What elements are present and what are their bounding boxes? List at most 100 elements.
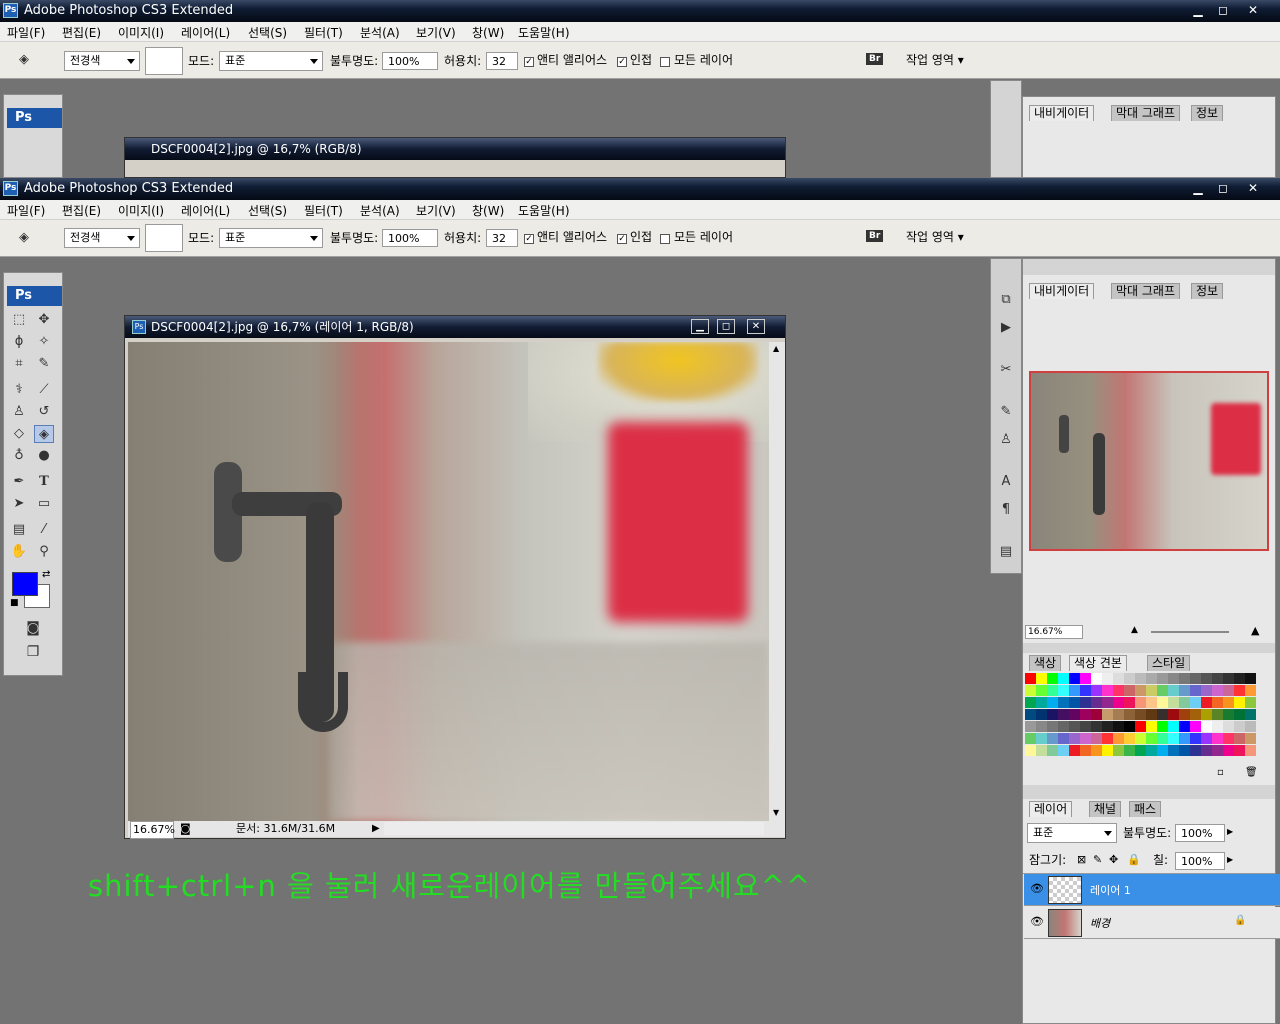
back-fill-source-select[interactable]: 전경색 [64,51,140,71]
color-swatch[interactable] [1080,673,1091,684]
color-swatch[interactable] [1069,745,1080,756]
color-swatch[interactable] [1058,685,1069,696]
back-mode-select[interactable]: 표준 [219,51,323,71]
color-swatch[interactable] [1190,745,1201,756]
color-swatch[interactable] [1146,673,1157,684]
document-canvas-image[interactable] [128,342,769,821]
antialias-checkbox[interactable]: ✓ [524,234,534,244]
color-swatch[interactable] [1047,709,1058,720]
color-swatch[interactable] [1234,709,1245,720]
swatch-grid[interactable] [1025,673,1256,761]
shape-tool-icon[interactable]: ▭ [34,495,54,513]
color-swatch[interactable] [1168,721,1179,732]
back-menu-window[interactable]: 창(W) [472,24,504,41]
history-brush-tool-icon[interactable]: ↺ [34,403,54,421]
color-swatch[interactable] [1091,697,1102,708]
color-swatch[interactable] [1168,709,1179,720]
tab-layers[interactable]: 레이어 [1029,801,1073,817]
color-swatch[interactable] [1179,673,1190,684]
navigator-zoom-field[interactable]: 16.67% [1025,625,1083,639]
back-close-button[interactable]: ✕ [1243,2,1263,18]
color-swatch[interactable] [1157,745,1168,756]
scroll-down-icon[interactable]: ▼ [773,808,779,817]
color-swatch[interactable] [1047,745,1058,756]
layer-fill-field[interactable]: 100% [1175,852,1225,870]
crop-tool-icon[interactable]: ⌗ [9,355,29,373]
back-pattern-picker[interactable] [145,47,183,75]
color-swatch[interactable] [1234,721,1245,732]
color-swatch[interactable] [1080,685,1091,696]
color-swatch[interactable] [1146,697,1157,708]
tolerance-field[interactable]: 32 [486,229,518,247]
color-swatch[interactable] [1124,709,1135,720]
color-swatch[interactable] [1058,709,1069,720]
paragraph-panel-icon[interactable]: ¶ [996,501,1016,519]
color-swatch[interactable] [1157,733,1168,744]
quick-mask-icon[interactable]: ◙ [23,619,43,637]
color-swatch[interactable] [1113,697,1124,708]
color-swatch[interactable] [1201,709,1212,720]
color-swatch[interactable] [1036,673,1047,684]
color-swatch[interactable] [1058,673,1069,684]
color-swatch[interactable] [1157,709,1168,720]
type-tool-icon[interactable]: T [34,473,54,491]
minimize-button[interactable]: ▁ [1188,180,1208,196]
layer-fill-arrow[interactable]: ▶ [1227,855,1233,864]
color-swatch[interactable] [1080,745,1091,756]
color-swatch[interactable] [1047,685,1058,696]
tab-color[interactable]: 색상 [1029,655,1062,671]
color-swatch[interactable] [1124,673,1135,684]
back-menu-image[interactable]: 이미지(I) [118,24,164,41]
scroll-up-icon[interactable]: ▲ [773,344,779,353]
back-contiguous-checkbox[interactable]: ✓ [617,57,627,67]
color-swatch[interactable] [1025,721,1036,732]
color-swatch[interactable] [1080,721,1091,732]
color-swatch[interactable] [1135,673,1146,684]
color-swatch[interactable] [1179,697,1190,708]
back-bridge-icon[interactable]: Br [866,53,884,65]
color-swatch[interactable] [1069,673,1080,684]
swap-colors-icon[interactable]: ⇄ [42,569,50,580]
color-swatch[interactable] [1212,745,1223,756]
color-swatch[interactable] [1069,733,1080,744]
color-swatch[interactable] [1058,697,1069,708]
maximize-button[interactable]: ◻ [1213,180,1233,196]
color-swatch[interactable] [1080,733,1091,744]
color-swatch[interactable] [1135,709,1146,720]
background-layer-name[interactable]: 배경 [1090,915,1110,931]
menu-file[interactable]: 파일(F) [7,202,45,219]
color-swatch[interactable] [1212,709,1223,720]
color-swatch[interactable] [1234,685,1245,696]
color-swatch[interactable] [1146,745,1157,756]
back-menu-select[interactable]: 선택(S) [248,24,287,41]
layer-row-background[interactable]: 👁 배경 🔒 [1024,907,1280,939]
color-swatch[interactable] [1179,721,1190,732]
fill-source-select[interactable]: 전경색 [64,228,140,248]
color-swatch[interactable] [1069,697,1080,708]
back-tab-info[interactable]: 정보 [1191,105,1224,121]
color-swatch[interactable] [1102,697,1113,708]
color-swatch[interactable] [1168,697,1179,708]
tab-histogram[interactable]: 막대 그래프 [1111,283,1181,299]
back-menu-file[interactable]: 파일(F) [7,24,45,41]
opacity-field[interactable]: 100% [382,229,438,247]
color-swatch[interactable] [1146,709,1157,720]
back-menu-filter[interactable]: 필터(T) [304,24,343,41]
back-maximize-button[interactable]: ◻ [1213,2,1233,18]
color-swatch[interactable] [1212,733,1223,744]
bridge-icon[interactable]: Br [866,230,884,242]
status-zoom-field[interactable]: 16.67% [130,821,175,839]
menu-layer[interactable]: 레이어(L) [181,202,230,219]
tab-paths[interactable]: 패스 [1129,801,1162,817]
color-swatch[interactable] [1102,721,1113,732]
layer-comps-icon[interactable]: ▤ [996,543,1016,561]
tab-styles[interactable]: 스타일 [1147,655,1191,671]
color-swatch[interactable] [1223,733,1234,744]
color-swatch[interactable] [1102,673,1113,684]
navigator-zoom-slider[interactable] [1151,631,1229,633]
color-swatch[interactable] [1212,673,1223,684]
tab-channels[interactable]: 채널 [1089,801,1122,817]
color-swatch[interactable] [1025,685,1036,696]
color-swatch[interactable] [1113,673,1124,684]
lock-transparent-icon[interactable]: ⊠ [1077,853,1086,866]
